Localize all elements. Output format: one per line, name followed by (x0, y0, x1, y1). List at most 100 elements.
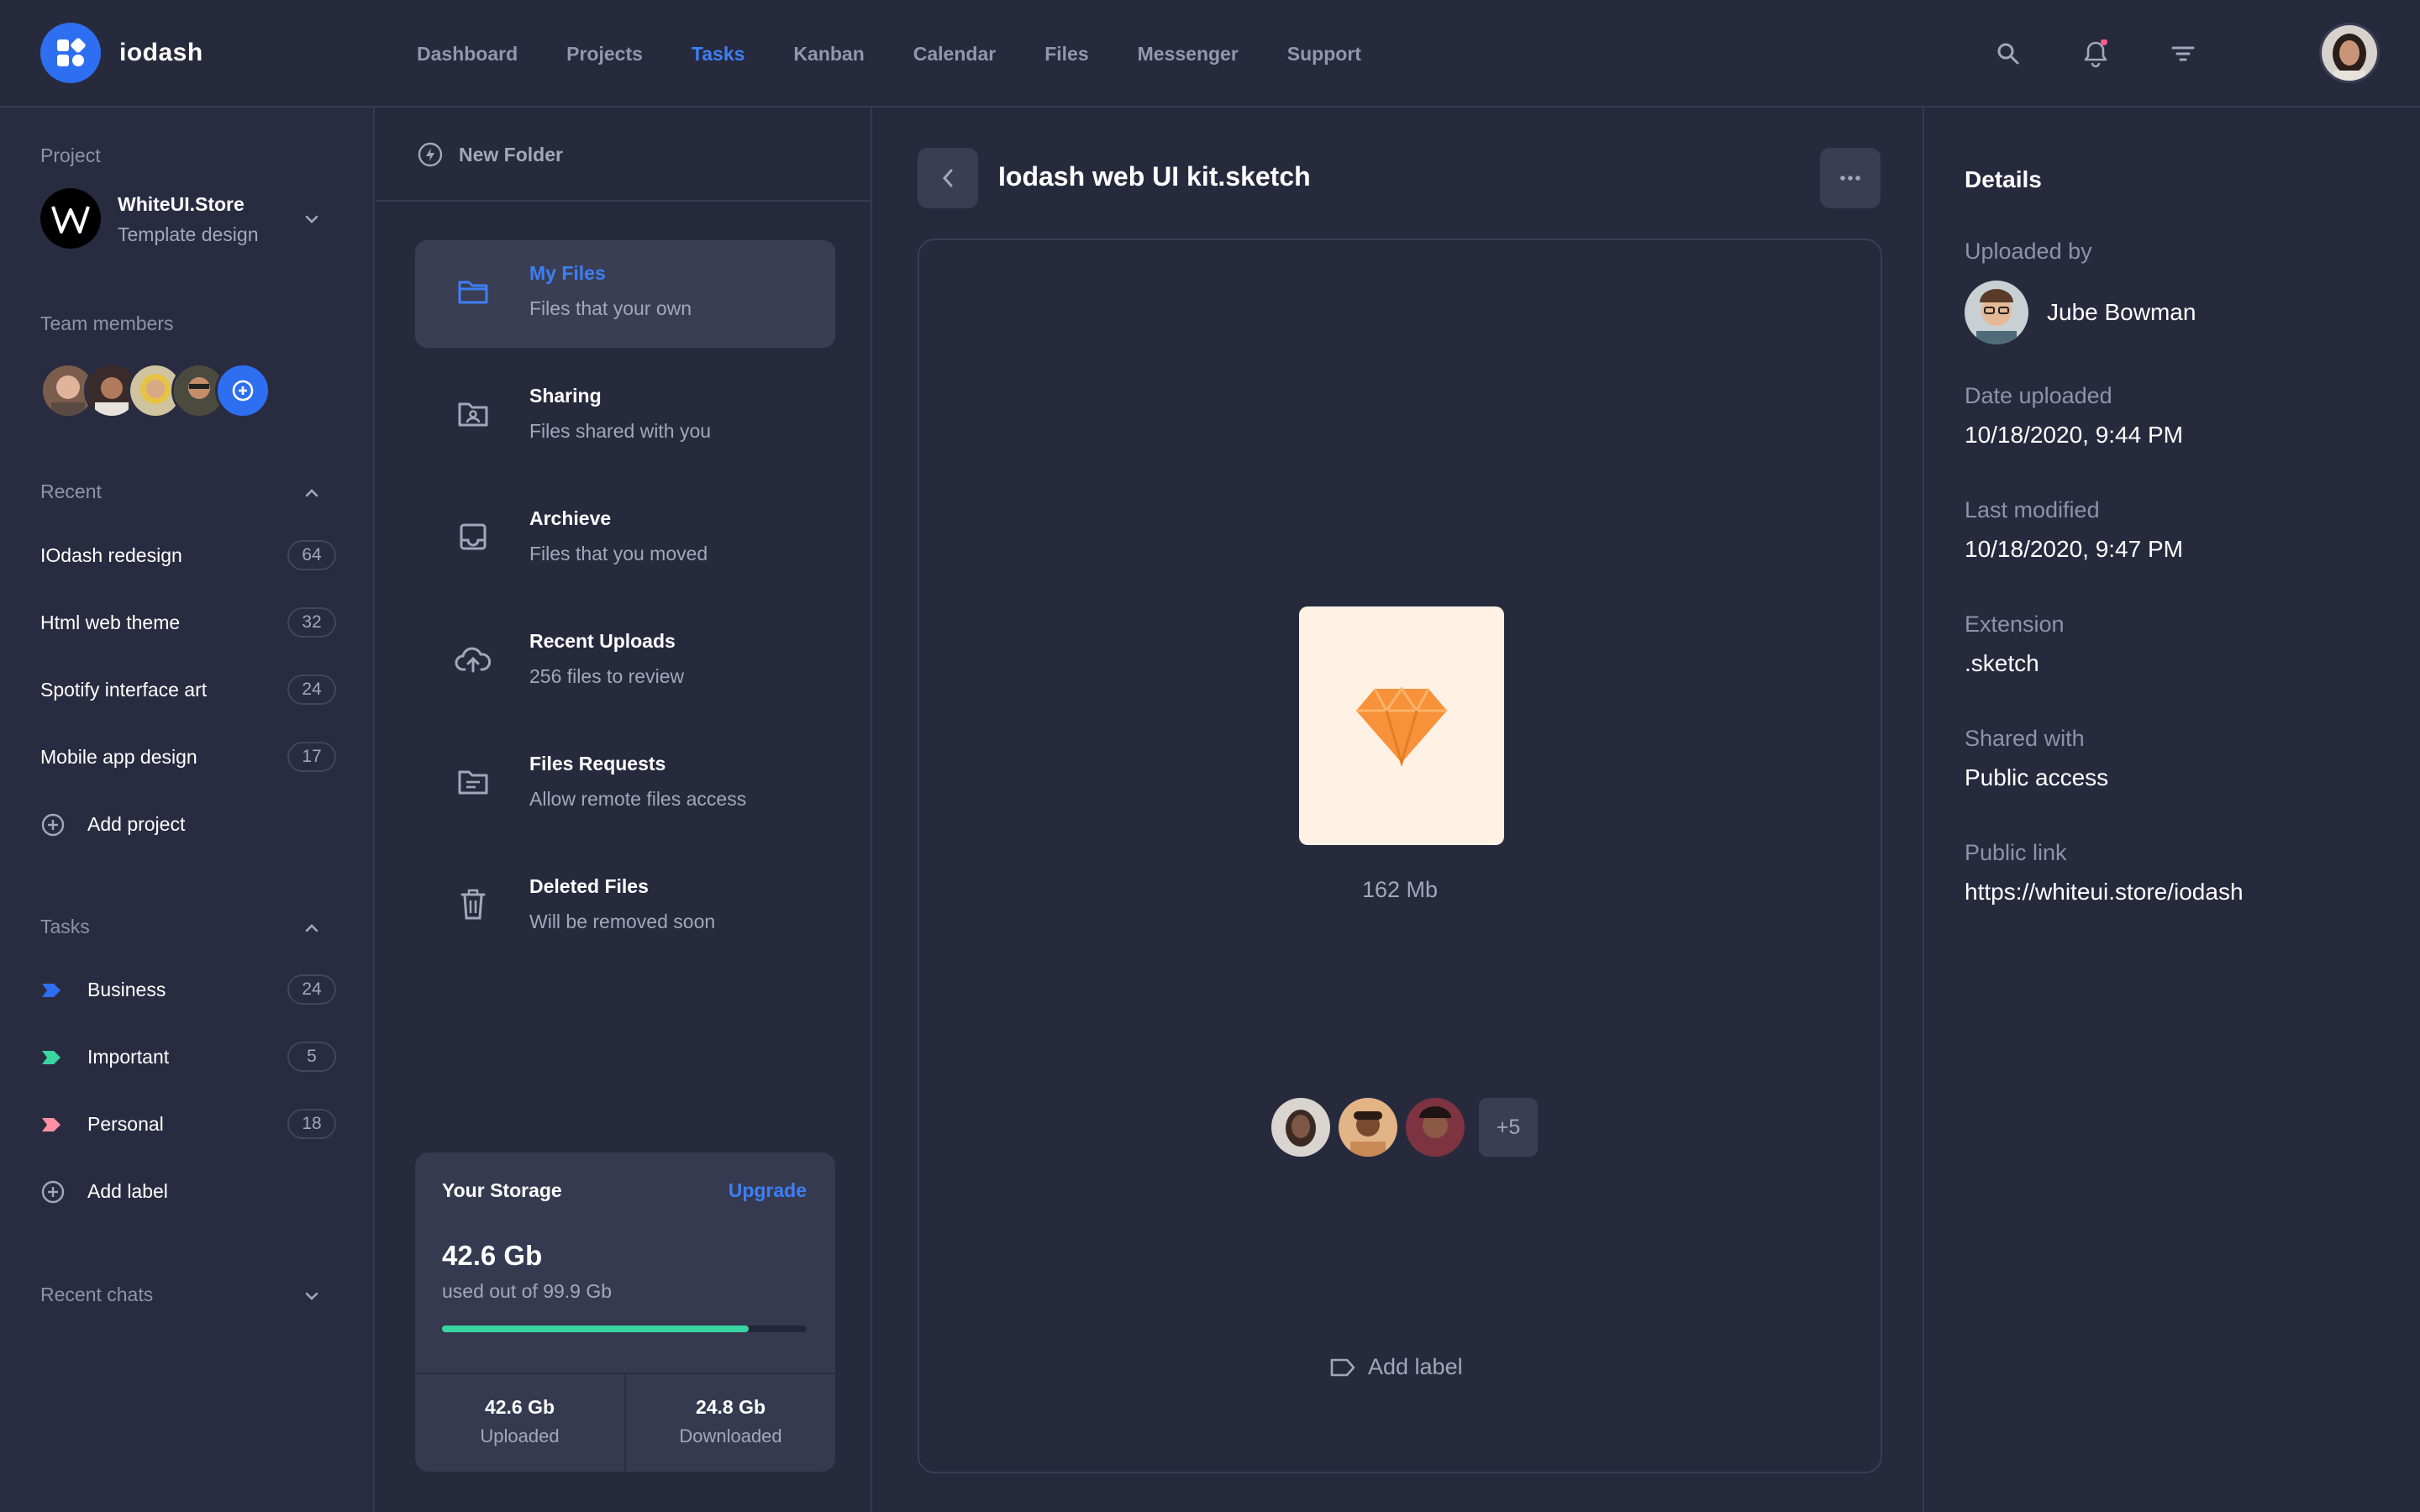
project-name[interactable]: WhiteUI.Store (118, 193, 245, 216)
tag-icon (40, 1049, 62, 1066)
nav-tasks[interactable]: Tasks (692, 43, 745, 66)
nav-messenger[interactable]: Messenger (1138, 43, 1239, 66)
task-label-text: Important (87, 1045, 170, 1068)
nav-support[interactable]: Support (1287, 43, 1361, 66)
upgrade-link[interactable]: Upgrade (729, 1179, 807, 1202)
cloud-upload-icon (454, 640, 492, 679)
recent-label: Recent (40, 480, 102, 502)
folder-icon (454, 272, 492, 311)
recent-chats-label[interactable]: Recent chats (40, 1284, 153, 1306)
add-label-text: Add label (87, 1179, 168, 1202)
divider (376, 200, 872, 202)
folder-archive[interactable]: Archieve Files that you moved (415, 486, 835, 593)
task-label-text: Personal (87, 1112, 164, 1135)
bolt-circle-icon (417, 141, 444, 168)
last-modified-label: Last modified (1965, 497, 2100, 522)
uploaded-value: 42.6 Gb (484, 1396, 555, 1418)
main-nav: Dashboard Projects Tasks Kanban Calendar… (417, 0, 1410, 108)
back-button[interactable] (918, 148, 978, 208)
more-options-button[interactable] (1820, 148, 1881, 208)
project-subtitle: Template design (118, 223, 259, 245)
plus-circle-icon (40, 812, 66, 837)
project-label: Project (40, 144, 101, 166)
recent-item[interactable]: IOdash redesign 64 (40, 537, 336, 574)
add-project-label: Add project (87, 812, 186, 835)
add-label-text: Add label (1368, 1354, 1463, 1379)
app-logo[interactable]: iodash (40, 23, 203, 83)
nav-files[interactable]: Files (1044, 43, 1088, 66)
folder-file-requests[interactable]: Files Requests Allow remote files access (415, 731, 835, 838)
folder-title: Sharing (529, 385, 602, 407)
search-icon[interactable] (1991, 37, 2025, 71)
tag-outline-icon (1329, 1357, 1356, 1378)
task-label-important[interactable]: Important 5 (40, 1038, 336, 1075)
archive-icon (454, 517, 492, 556)
bell-icon[interactable] (2079, 37, 2112, 71)
nav-projects[interactable]: Projects (566, 43, 643, 66)
folder-title: Deleted Files (529, 875, 649, 897)
uploader[interactable]: Jube Bowman (1965, 281, 2196, 344)
trash-icon (454, 885, 492, 924)
filter-icon[interactable] (2166, 37, 2200, 71)
nav-dashboard[interactable]: Dashboard (417, 43, 518, 66)
recent-item-count: 24 (287, 675, 336, 705)
user-avatar[interactable] (2319, 23, 2380, 83)
nav-kanban[interactable]: Kanban (793, 43, 864, 66)
folder-recent-uploads[interactable]: Recent Uploads 256 files to review (415, 608, 835, 716)
details-title: Details (1965, 166, 2042, 192)
uploader-name: Jube Bowman (2047, 299, 2196, 325)
storage-title: Your Storage (442, 1179, 562, 1201)
chevron-up-icon[interactable] (302, 484, 321, 502)
tasks-label: Tasks (40, 916, 90, 937)
public-link-label: Public link (1965, 840, 2067, 865)
team-label: Team members (40, 312, 174, 334)
storage-progress-fill (442, 1326, 749, 1332)
public-link[interactable]: https://whiteui.store/iodash (1965, 879, 2244, 906)
shared-avatar[interactable] (1336, 1095, 1400, 1159)
shared-users: +5 (1269, 1095, 1538, 1159)
extension-label: Extension (1965, 612, 2065, 637)
add-label-button[interactable]: Add label (40, 1173, 336, 1210)
recent-item[interactable]: Html web theme 32 (40, 604, 336, 641)
recent-item-label: Spotify interface art (40, 678, 208, 701)
chevron-down-icon[interactable] (302, 210, 321, 228)
file-size: 162 Mb (1361, 877, 1439, 902)
new-folder-button[interactable]: New Folder (417, 141, 563, 168)
date-uploaded-label: Date uploaded (1965, 383, 2112, 408)
add-member-button[interactable] (215, 363, 271, 418)
recent-item-count: 64 (287, 540, 336, 570)
file-title: Iodash web UI kit.sketch (998, 161, 1311, 192)
team-members (40, 363, 271, 418)
storage-card: Your Storage Upgrade 42.6 Gb used out of… (415, 1152, 835, 1472)
task-count: 5 (287, 1042, 336, 1072)
downloaded-value: 24.8 Gb (695, 1396, 766, 1418)
more-shared-count[interactable]: +5 (1479, 1098, 1538, 1157)
folder-sharing[interactable]: Sharing Files shared with you (415, 363, 835, 470)
chevron-up-icon[interactable] (302, 919, 321, 937)
chevron-down-icon[interactable] (302, 1287, 321, 1305)
folders-panel: New Folder My Files Files that your own … (376, 108, 872, 1512)
add-project-button[interactable]: Add project (40, 806, 336, 843)
recent-item[interactable]: Spotify interface art 24 (40, 671, 336, 708)
shared-avatar[interactable] (1403, 1095, 1467, 1159)
add-label-button[interactable]: Add label (1329, 1354, 1463, 1380)
folder-deleted-files[interactable]: Deleted Files Will be removed soon (415, 853, 835, 961)
task-count: 18 (287, 1109, 336, 1139)
storage-progress (442, 1326, 807, 1332)
task-label-personal[interactable]: Personal 18 (40, 1105, 336, 1142)
nav-calendar[interactable]: Calendar (913, 43, 996, 66)
folder-title: Files Requests (529, 753, 666, 774)
task-count: 24 (287, 974, 336, 1005)
storage-stats: 42.6 Gb Uploaded 24.8 Gb Downloaded (415, 1373, 835, 1472)
tag-icon (40, 982, 62, 999)
sidebar: Project WhiteUI.Store Template design Te… (0, 108, 375, 1512)
recent-item-label: IOdash redesign (40, 543, 182, 566)
task-label-business[interactable]: Business 24 (40, 971, 336, 1008)
chevron-left-icon (942, 169, 953, 187)
folder-subtitle: Files shared with you (529, 420, 712, 442)
shared-avatar[interactable] (1269, 1095, 1333, 1159)
recent-item[interactable]: Mobile app design 17 (40, 738, 336, 775)
folder-my-files[interactable]: My Files Files that your own (415, 240, 835, 348)
file-preview: 162 Mb +5 Add label (918, 239, 1882, 1473)
tag-icon (40, 1116, 62, 1133)
